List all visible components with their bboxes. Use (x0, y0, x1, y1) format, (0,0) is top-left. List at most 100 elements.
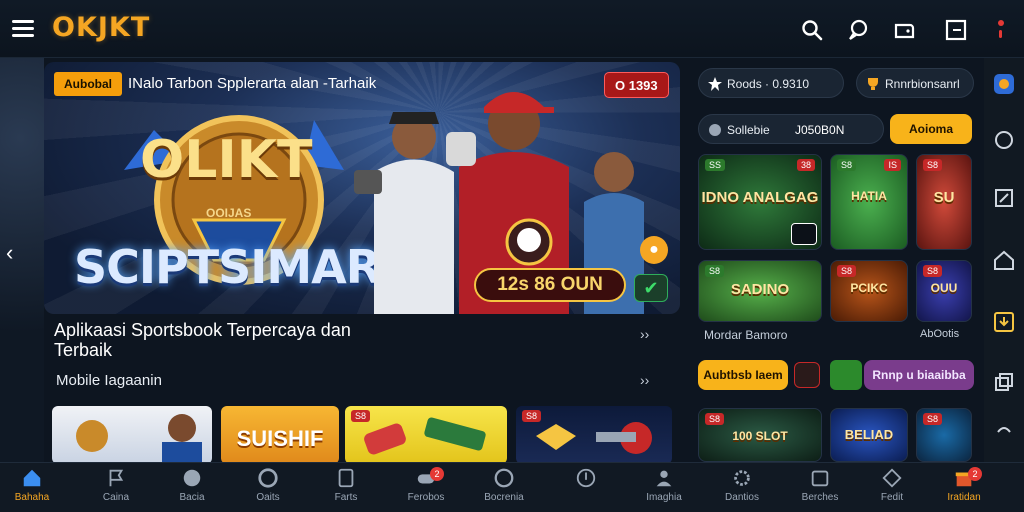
cash-icon[interactable] (830, 360, 862, 390)
nav-home[interactable]: Bahaha (0, 467, 72, 503)
hero-title: INalo Tarbon Spplerarta alan -Tarhaik (128, 75, 377, 92)
nav-label: Ferobos (407, 492, 445, 503)
nav-label: Bocrenia (484, 492, 524, 503)
system-sidebar (984, 58, 1024, 462)
tile-sunshine[interactable]: SUISHIF (221, 406, 339, 464)
game-title: 100 SLOT (732, 429, 788, 443)
bonus-button[interactable]: Aubtbsb Iaem (698, 360, 788, 390)
nav-label: Bacia (179, 492, 205, 503)
game-card[interactable]: BELIAD (830, 408, 908, 462)
nav-item-rewards[interactable]: 2 Iratidan (924, 467, 1004, 503)
pill-rewards[interactable]: Roods · 0.9310 (698, 68, 844, 98)
balance-value: J050B0N (795, 123, 845, 137)
notification-badge: 2 (968, 467, 982, 481)
nav-item[interactable]: Fedit (852, 467, 932, 503)
game-tag: S8 (923, 413, 943, 425)
nav-item[interactable]: Farts (306, 467, 386, 503)
countdown-timer: O 1393 (604, 72, 669, 98)
edit-icon[interactable] (992, 186, 1016, 210)
tile-items-tag: S8 (351, 410, 371, 422)
game-title: IDNO ANALGAG (701, 189, 819, 206)
top-bar: OKJKT (0, 0, 1024, 58)
game-card[interactable]: SS 38 IDNO ANALGAG (698, 154, 822, 250)
chevron-right-icon[interactable]: ›› (640, 372, 649, 388)
nav-item[interactable]: Dantios (702, 467, 782, 503)
prize-amount: 12s 86 OUN (474, 268, 626, 302)
copy-icon[interactable] (992, 370, 1016, 394)
tile-items[interactable]: S8 (345, 406, 507, 464)
game-card[interactable]: S8 IS HATIA (830, 154, 908, 250)
screen-icon[interactable] (944, 18, 968, 42)
notification-bar-icon (999, 30, 1002, 38)
search-icon[interactable] (800, 18, 824, 42)
notification-dot-icon (998, 20, 1004, 26)
game-title: HATIA (851, 189, 887, 203)
gear-icon (734, 470, 750, 486)
nav-item[interactable] (546, 467, 626, 492)
calendar-icon (811, 470, 829, 487)
wallet-icon (709, 124, 721, 136)
chat-icon[interactable] (846, 18, 870, 42)
game-tag: S8 (837, 159, 857, 171)
nav-label: Fedit (880, 492, 904, 503)
nav-item[interactable]: 2 Ferobos (386, 467, 466, 503)
app-icon[interactable] (992, 72, 1016, 96)
home-outline-icon[interactable] (992, 248, 1016, 272)
logo[interactable]: OKJKT (52, 12, 150, 43)
game-card[interactable]: S8 PCIKC (830, 260, 908, 322)
ball-icon (183, 469, 201, 487)
menu-icon[interactable] (12, 20, 34, 38)
game-hot-badge: IS (884, 159, 901, 171)
game-tag: S8 (705, 265, 725, 277)
chevron-left-icon[interactable]: ‹ (6, 240, 13, 266)
check-icon[interactable]: ✔ (634, 274, 668, 302)
nav-label: Farts (334, 492, 358, 503)
deposit-button[interactable]: Aoioma (890, 114, 972, 144)
game-card[interactable]: S8 SU (916, 154, 972, 250)
game-card[interactable]: S8 100 SLOT (698, 408, 822, 462)
section-label: AbOotis (920, 328, 960, 340)
card-icon (338, 468, 354, 488)
coin-icon[interactable]: ● (640, 236, 668, 264)
circle-icon[interactable] (992, 128, 1016, 152)
expand-icon[interactable] (791, 223, 817, 245)
hero-badge: Aubobal (54, 72, 122, 96)
chevron-right-icon[interactable]: ›› (640, 326, 649, 342)
download-icon[interactable] (992, 310, 1016, 334)
promo-button[interactable]: Rnnp u biaaibba (864, 360, 974, 390)
home-icon (23, 469, 41, 487)
pill-promotions-label: Rnnrbionsanrl (885, 77, 960, 91)
hero-banner[interactable]: OLIKT OOIJAS SCIPTSIMAR Aubobal INalo Ta… (44, 62, 680, 314)
game-card[interactable]: S8 (916, 408, 972, 462)
chip-icon (258, 468, 278, 488)
tile-players[interactable] (52, 406, 212, 464)
nav-label: Berches (801, 492, 839, 503)
nav-item[interactable]: Imaghia (624, 467, 704, 503)
game-card[interactable]: S8 OUU (916, 260, 972, 322)
wallet-icon[interactable] (892, 18, 916, 42)
game-card[interactable]: S8 SADINO (698, 260, 822, 322)
section-label: Mordar Bamoro (704, 328, 788, 342)
tile-chest-tag: S8 (522, 410, 542, 422)
nav-item[interactable]: Bacia (152, 467, 232, 503)
nav-item[interactable]: Berches (780, 467, 860, 503)
bell-icon (494, 468, 514, 488)
user-icon (656, 470, 672, 487)
bottom-nav: Bahaha Caina Bacia Oaits Farts 2 Ferobos… (0, 462, 1024, 512)
pill-promotions[interactable]: Rnnrbionsanrl (856, 68, 974, 98)
game-tag: S8 (923, 159, 943, 171)
nav-label: Imaghia (646, 492, 682, 503)
nav-item[interactable]: Oaits (228, 467, 308, 503)
nav-item[interactable]: Caina (76, 467, 156, 503)
coin-icon (576, 468, 596, 488)
back-icon[interactable] (992, 418, 1016, 442)
nav-label: Dantios (725, 492, 759, 503)
nav-item[interactable]: Bocrenia (464, 467, 544, 503)
nav-label: Oaits (256, 492, 280, 503)
tile-chest[interactable]: S8 (516, 406, 672, 464)
game-title: SU (933, 189, 955, 206)
balance-field[interactable]: Sollebie J050B0N (698, 114, 884, 144)
trophy-icon (868, 78, 878, 90)
gift-icon[interactable] (794, 362, 820, 388)
balance-label: Sollebie (727, 123, 770, 137)
